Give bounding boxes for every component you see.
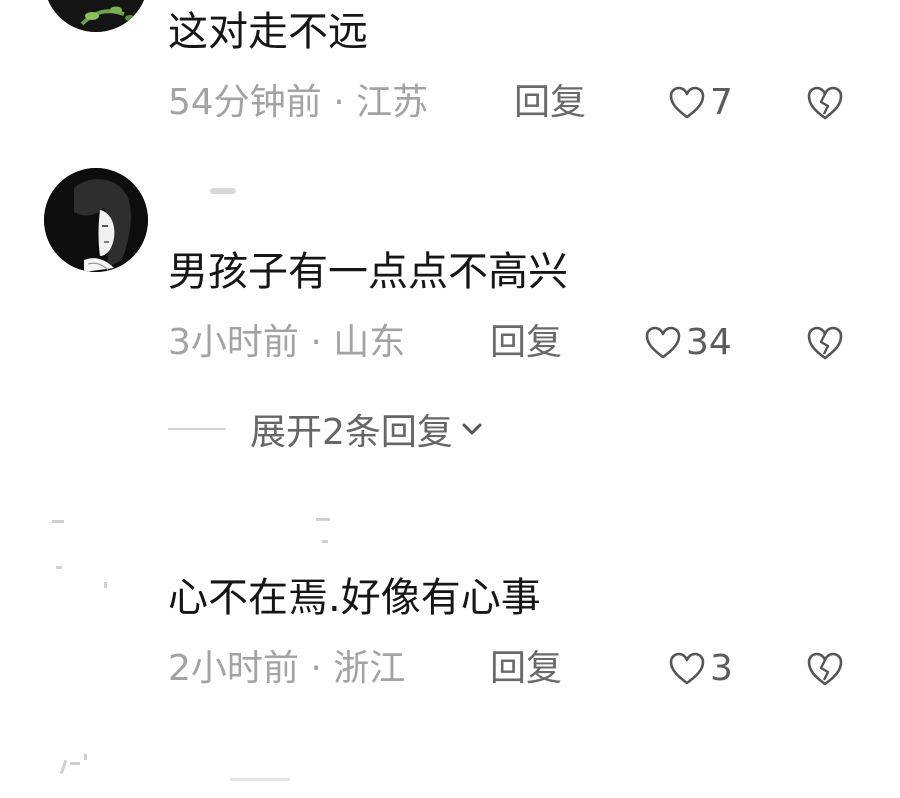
redaction-mark: [316, 518, 330, 521]
comment-item: 心不在焉.好像有心事 2小时前 · 浙江 回复 3: [0, 0, 900, 720]
comment-item-partial: [0, 740, 900, 798]
broken-heart-icon: [807, 652, 843, 686]
like-count: 3: [710, 648, 733, 689]
like-button[interactable]: 3: [668, 644, 733, 694]
redaction-mark: [322, 540, 328, 543]
redaction-mark: [104, 582, 107, 588]
redaction-mark: [52, 520, 64, 523]
comment-time-location: 2小时前 · 浙江: [168, 648, 406, 689]
comment-meta: 2小时前 · 浙江 回复 3: [168, 644, 868, 694]
redaction-mark: [70, 762, 80, 765]
dislike-button[interactable]: [806, 650, 844, 702]
redaction-mark: [84, 754, 87, 760]
reply-button[interactable]: 回复: [490, 644, 562, 694]
redaction-mark: [230, 778, 290, 781]
heart-outline-icon: [669, 652, 705, 685]
redaction-mark: [59, 759, 68, 775]
avatar[interactable]: [44, 500, 148, 604]
comment-text: 心不在焉.好像有心事: [168, 575, 541, 621]
redaction-mark: [56, 566, 62, 569]
